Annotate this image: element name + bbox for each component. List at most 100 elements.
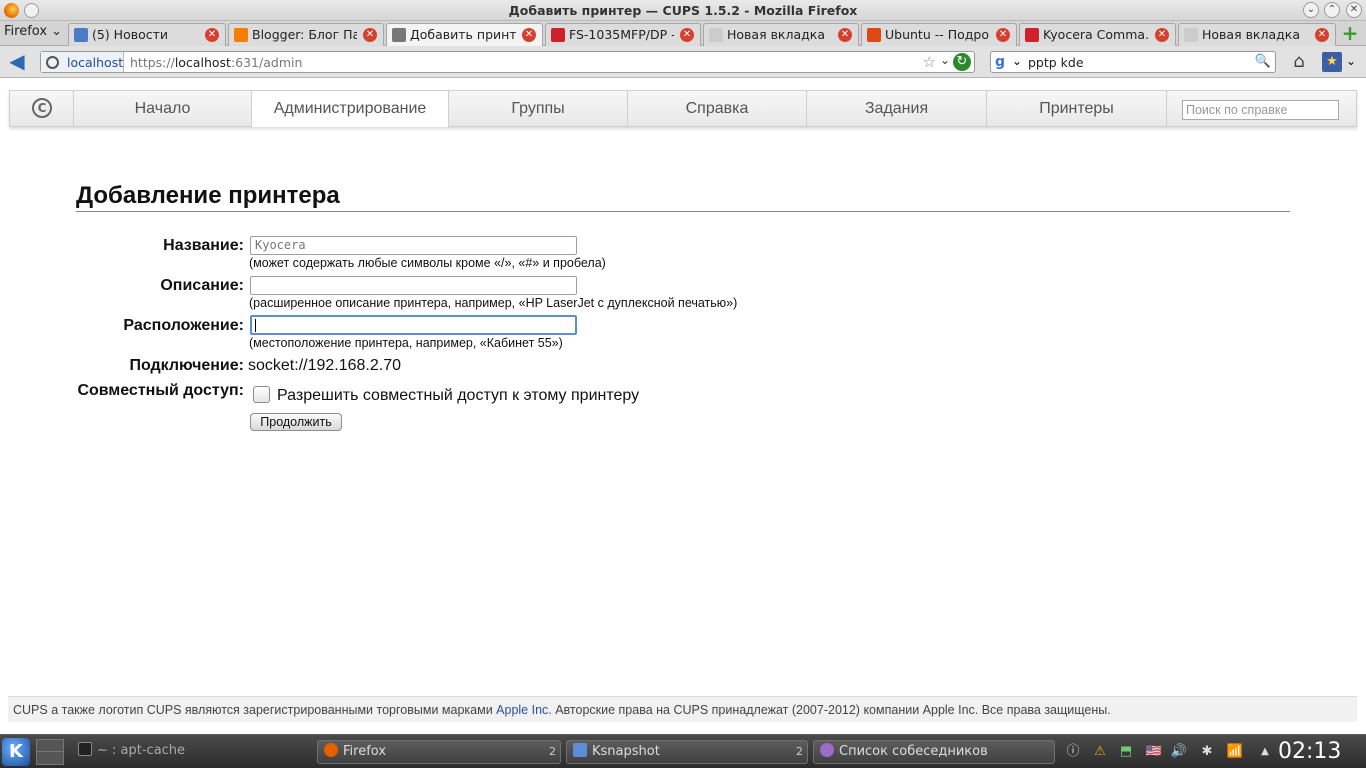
- search-input[interactable]: pptp kde: [1028, 55, 1084, 70]
- nav-printers[interactable]: Принтеры: [987, 91, 1167, 126]
- apple-link[interactable]: Apple Inc.: [496, 703, 552, 717]
- tab-close-icon[interactable]: ✕: [205, 28, 219, 42]
- history-dropdown-icon[interactable]: ⌄: [940, 53, 950, 67]
- cups-logo[interactable]: C: [10, 91, 74, 126]
- tab-favicon-icon: [392, 28, 406, 42]
- firefox-icon: [324, 743, 338, 757]
- task-ksnapshot[interactable]: Ksnapshot 2: [566, 740, 808, 764]
- tab-label: Новая вкладка: [727, 27, 825, 42]
- share-printer-checkbox-label[interactable]: Разрешить совместный доступ к этому прин…: [277, 387, 639, 405]
- url-text[interactable]: https://localhost:631/admin: [130, 55, 302, 70]
- search-bar[interactable]: g ⌄ pptp kde 🔍: [990, 51, 1276, 73]
- tab-close-icon[interactable]: ✕: [838, 28, 852, 42]
- kde-menu-icon[interactable]: K: [2, 738, 30, 766]
- chat-icon: [820, 743, 834, 757]
- clock[interactable]: 02:13: [1278, 739, 1341, 764]
- help-search-input[interactable]: Поиск по справке: [1182, 100, 1339, 120]
- tab[interactable]: Новая вкладка ✕: [1178, 23, 1336, 46]
- wifi-icon[interactable]: 📶: [1226, 743, 1244, 761]
- page-footer: CUPS а также логотип CUPS являются зарег…: [8, 696, 1357, 722]
- firefox-menu-button[interactable]: Firefox ⌄: [4, 24, 62, 44]
- location-label: Расположение:: [123, 317, 244, 334]
- cups-navigation: C Начало Администрирование Группы Справк…: [9, 90, 1357, 127]
- search-engine-dropdown-icon[interactable]: ⌄: [1012, 54, 1022, 68]
- text-caret: [255, 319, 256, 332]
- home-icon[interactable]: ⌂: [1288, 51, 1310, 73]
- cups-logo-icon: C: [32, 98, 52, 118]
- tab-strip: Firefox ⌄ (5) Новости ✕ Blogger: Блог Па…: [0, 21, 1366, 46]
- tab-close-icon[interactable]: ✕: [1315, 28, 1329, 42]
- new-tab-button[interactable]: +: [1340, 23, 1360, 44]
- nav-jobs[interactable]: Задания: [807, 91, 987, 126]
- name-input[interactable]: Kyocera: [250, 236, 577, 255]
- url-bar[interactable]: localhost https://localhost:631/admin ☆ …: [40, 51, 975, 73]
- tab-label: Kyocera Comma…: [1043, 27, 1149, 42]
- description-hint: (расширенное описание принтера, например…: [249, 296, 738, 310]
- site-identity-button[interactable]: localhost: [41, 52, 124, 72]
- bookmark-star-icon[interactable]: ☆: [923, 53, 936, 71]
- location-input[interactable]: [250, 315, 577, 335]
- site-identity-icon: [46, 56, 59, 69]
- tab[interactable]: Новая вкладка ✕: [703, 23, 859, 46]
- tab-close-icon[interactable]: ✕: [363, 28, 377, 42]
- minimize-button[interactable]: ⌄: [1303, 2, 1319, 18]
- tab-label: Новая вкладка: [1202, 27, 1300, 42]
- task-contact-list[interactable]: Список собеседников: [813, 740, 1055, 764]
- tab[interactable]: Blogger: Блог Па… ✕: [228, 23, 384, 46]
- footer-text-tail: Авторские права на CUPS принадлежат (200…: [551, 703, 1111, 717]
- tab-favicon-icon: [1025, 28, 1039, 42]
- volume-icon[interactable]: 🔊: [1170, 743, 1188, 761]
- sharing-label: Совместный доступ:: [77, 382, 244, 399]
- description-input[interactable]: [250, 276, 577, 295]
- connection-label: Подключение:: [129, 357, 244, 374]
- info-icon[interactable]: ⓘ: [1064, 743, 1082, 761]
- tab-label: FS-1035MFP/DP -…: [569, 27, 674, 42]
- task-firefox[interactable]: Firefox 2: [317, 740, 561, 764]
- nav-classes[interactable]: Группы: [449, 91, 628, 126]
- tab[interactable]: (5) Новости ✕: [68, 23, 226, 46]
- close-window-button[interactable]: ✕: [1346, 2, 1362, 18]
- tab-close-icon[interactable]: ✕: [522, 28, 536, 42]
- network-icon[interactable]: ⬒: [1117, 743, 1135, 761]
- url-scheme: https://: [130, 55, 175, 70]
- nav-administration[interactable]: Администрирование: [252, 91, 449, 127]
- desktop-pager[interactable]: [36, 739, 64, 765]
- tab[interactable]: Kyocera Comma… ✕: [1019, 23, 1176, 46]
- location-hint: (местоположение принтера, например, «Каб…: [249, 336, 563, 350]
- tab-close-icon[interactable]: ✕: [1155, 28, 1169, 42]
- bookmarks-dropdown-icon[interactable]: ⌄: [1346, 54, 1356, 68]
- identity-host: localhost: [67, 55, 124, 70]
- tray-expand-icon[interactable]: ▲: [1256, 743, 1274, 761]
- reload-icon[interactable]: ↻: [953, 53, 971, 71]
- maximize-button[interactable]: ⌃: [1324, 2, 1340, 18]
- update-warning-icon[interactable]: ⚠: [1091, 743, 1109, 761]
- tab-close-icon[interactable]: ✕: [680, 28, 694, 42]
- tab[interactable]: Ubuntu -- Подро… ✕: [861, 23, 1017, 46]
- tab-close-icon[interactable]: ✕: [996, 28, 1010, 42]
- tab-favicon-icon: [234, 28, 248, 42]
- connection-value: socket://192.168.2.70: [248, 357, 401, 374]
- name-label: Название:: [163, 237, 244, 254]
- task-terminal[interactable]: ~ : apt-cache: [72, 740, 312, 764]
- nav-home[interactable]: Начало: [74, 91, 252, 126]
- share-printer-checkbox[interactable]: [253, 386, 270, 403]
- nav-help[interactable]: Справка: [628, 91, 807, 126]
- url-host: localhost: [174, 55, 231, 70]
- taskbar: K ~ : apt-cache Firefox 2 Ksnapshot 2 Спис…: [0, 734, 1366, 768]
- bluetooth-icon[interactable]: ✱: [1198, 743, 1216, 761]
- tab[interactable]: FS-1035MFP/DP -… ✕: [545, 23, 701, 46]
- back-arrow-icon[interactable]: ◀: [6, 51, 28, 73]
- description-label: Описание:: [160, 277, 244, 294]
- search-engine-icon[interactable]: g: [995, 54, 1011, 70]
- tab-favicon-icon: [1184, 28, 1198, 42]
- tab-favicon-icon: [867, 28, 881, 42]
- keyboard-layout-icon[interactable]: 🇺🇸: [1143, 743, 1165, 761]
- bookmarks-icon[interactable]: ★: [1322, 52, 1342, 72]
- window-titlebar: Добавить принтер — CUPS 1.5.2 - Mozilla …: [0, 0, 1366, 21]
- task-count: 2: [796, 745, 803, 758]
- search-go-icon[interactable]: 🔍: [1255, 54, 1271, 69]
- tab-label: Добавить принт…: [410, 27, 516, 42]
- tab-favicon-icon: [709, 28, 723, 42]
- tab-active[interactable]: Добавить принт… ✕: [386, 23, 543, 46]
- continue-button[interactable]: Продолжить: [250, 413, 342, 431]
